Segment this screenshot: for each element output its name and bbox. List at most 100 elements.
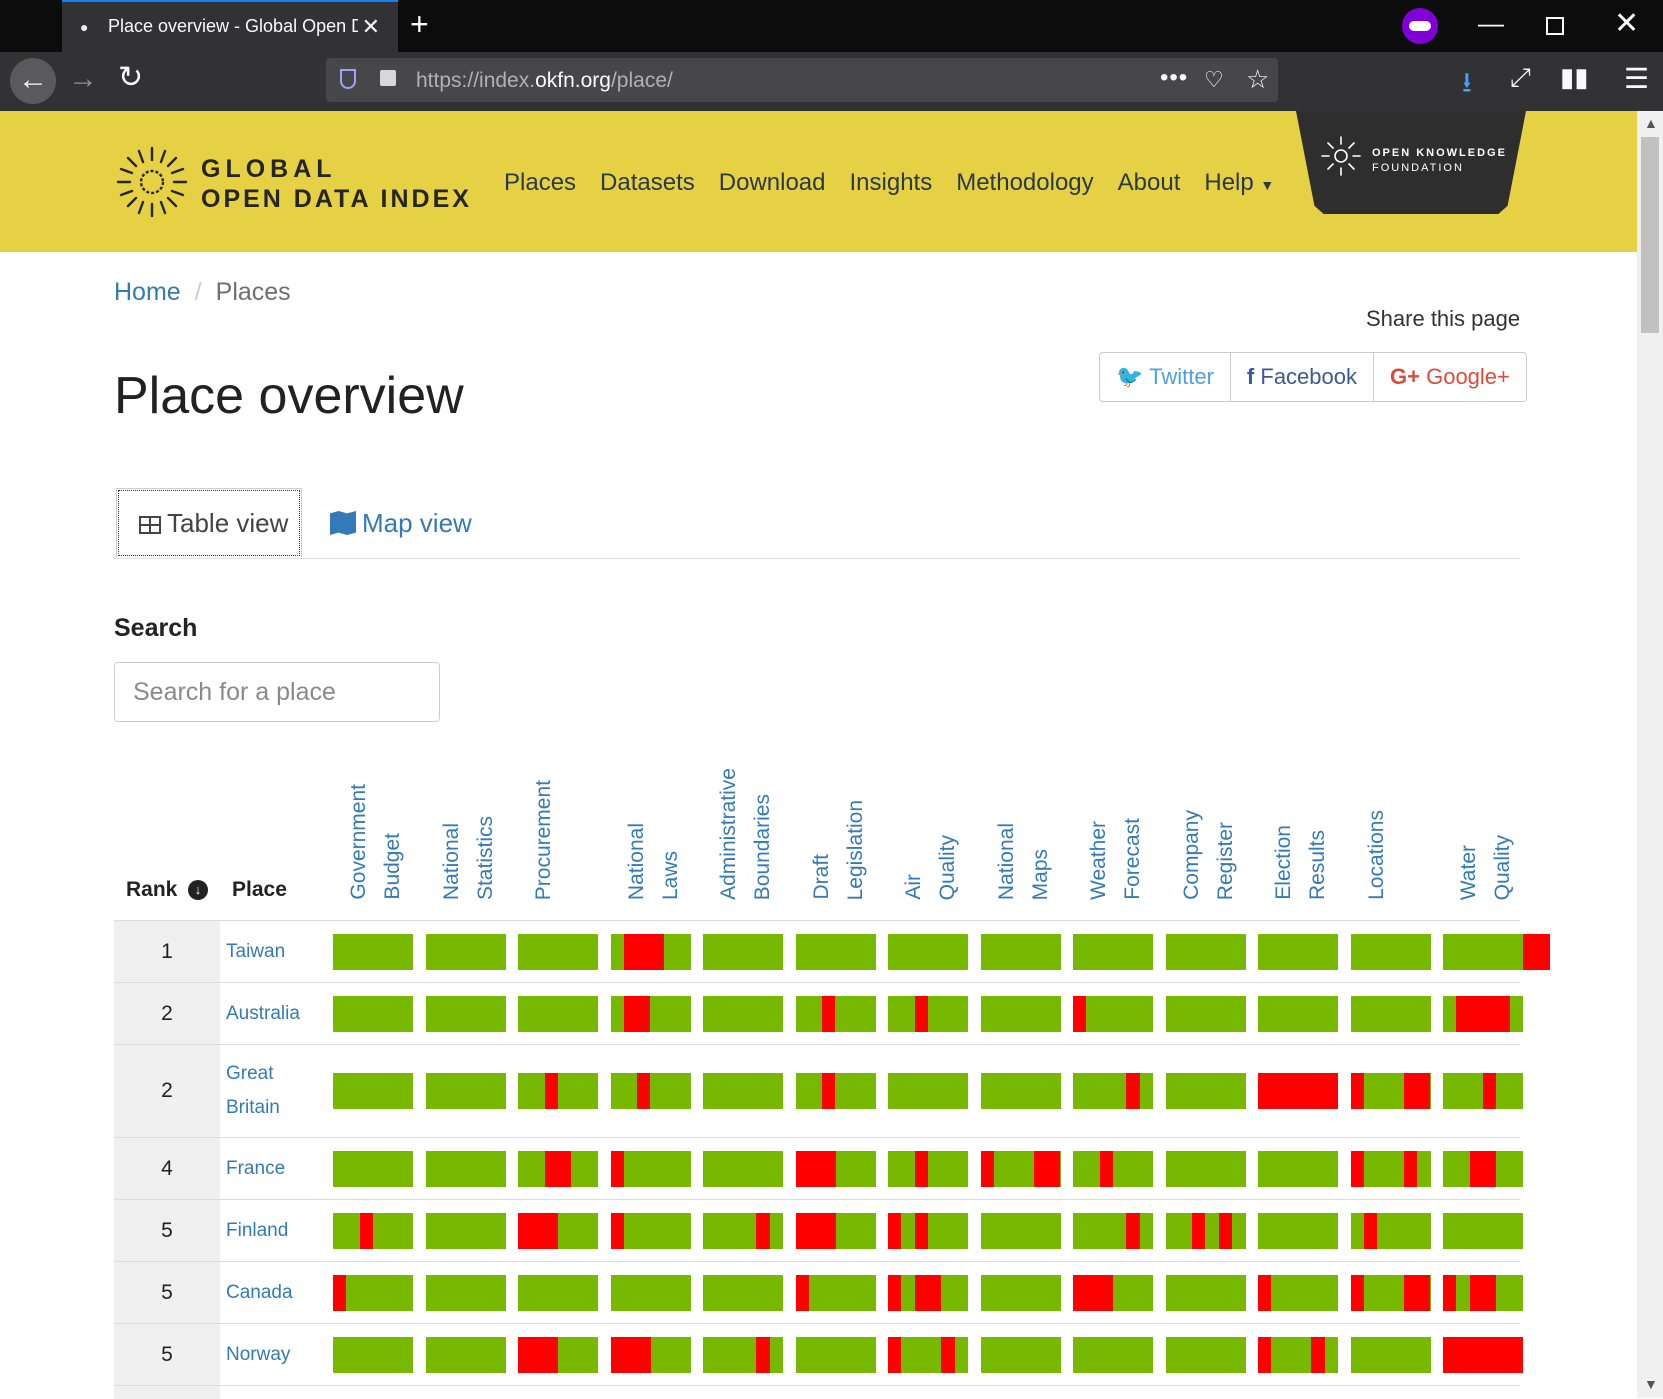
dataset-score-bar[interactable]	[1073, 1336, 1153, 1373]
dataset-score-bar[interactable]	[1258, 1274, 1338, 1311]
dataset-score-bar[interactable]	[888, 995, 968, 1032]
dataset-score-bar[interactable]	[980, 933, 1061, 970]
nav-help-dropdown[interactable]: Help ▼	[1204, 169, 1274, 197]
dataset-score-bar[interactable]	[703, 1073, 783, 1109]
global-open-data-index-logo-icon[interactable]	[114, 144, 190, 220]
logo-title[interactable]: GLOBAL	[201, 155, 337, 184]
dataset-score-bar[interactable]	[888, 1274, 968, 1311]
dataset-score-bar[interactable]	[1443, 1212, 1523, 1249]
dataset-score-bar[interactable]	[425, 995, 506, 1032]
nav-places[interactable]: Places	[504, 169, 576, 197]
dataset-score-bar[interactable]	[518, 995, 598, 1032]
dataset-score-bar[interactable]	[1073, 1212, 1153, 1249]
dataset-score-bar[interactable]	[333, 1274, 413, 1311]
dataset-score-bar[interactable]	[980, 1274, 1061, 1311]
dataset-score-bar[interactable]	[518, 1073, 598, 1109]
dataset-score-bar[interactable]	[1165, 1274, 1246, 1311]
dataset-score-bar[interactable]	[703, 995, 783, 1032]
dataset-score-bar[interactable]	[425, 1336, 506, 1373]
dataset-score-bar[interactable]	[1443, 933, 1550, 970]
dataset-score-bar[interactable]	[333, 1212, 413, 1249]
dataset-score-bar[interactable]	[1258, 995, 1338, 1032]
reload-button[interactable]: ↻	[118, 60, 143, 95]
place-link[interactable]: Australia	[226, 997, 300, 1031]
dataset-score-bar[interactable]	[888, 1073, 968, 1109]
place-link[interactable]: Taiwan	[226, 935, 285, 969]
hamburger-menu-icon[interactable]: ☰	[1624, 62, 1649, 95]
nav-methodology[interactable]: Methodology	[956, 169, 1093, 197]
dataset-score-bar[interactable]	[795, 1150, 876, 1187]
twitter-share-button[interactable]: 🐦 Twitter	[1100, 353, 1231, 401]
dataset-score-bar[interactable]	[703, 1336, 783, 1373]
dataset-score-bar[interactable]	[703, 1150, 783, 1187]
dataset-score-bar[interactable]	[425, 1212, 506, 1249]
dataset-score-bar[interactable]	[1258, 1073, 1338, 1109]
dataset-score-bar[interactable]	[888, 1212, 968, 1249]
back-button[interactable]: ←	[10, 58, 56, 104]
dataset-score-bar[interactable]	[610, 1212, 691, 1249]
dataset-score-bar[interactable]	[425, 1073, 506, 1109]
url-text[interactable]: https://index.okfn.org/place/	[416, 69, 673, 93]
place-link[interactable]: Finland	[226, 1214, 288, 1248]
dataset-score-bar[interactable]	[1073, 1150, 1153, 1187]
library-icon[interactable]: ▮▮	[1560, 62, 1589, 93]
dataset-score-bar[interactable]	[795, 1212, 876, 1249]
nav-datasets[interactable]: Datasets	[600, 169, 695, 197]
dataset-score-bar[interactable]	[333, 995, 413, 1032]
dataset-score-bar[interactable]	[1073, 1274, 1153, 1311]
dataset-score-bar[interactable]	[703, 1274, 783, 1311]
dataset-score-bar[interactable]	[333, 1336, 413, 1373]
tab-close-icon[interactable]: ✕	[362, 14, 380, 40]
pocket-icon[interactable]: ♡	[1204, 67, 1224, 93]
browser-tab[interactable]: ● Place overview - Global Open D ✕	[62, 0, 398, 52]
forward-button[interactable]: →	[68, 62, 98, 96]
dataset-score-bar[interactable]	[980, 1212, 1061, 1249]
dataset-score-bar[interactable]	[425, 1150, 506, 1187]
dataset-score-bar[interactable]	[1258, 1336, 1338, 1373]
dataset-score-bar[interactable]	[518, 1274, 598, 1311]
google-plus-share-button[interactable]: G+ Google+	[1374, 353, 1526, 401]
dataset-score-bar[interactable]	[425, 1274, 506, 1311]
dataset-score-bar[interactable]	[333, 1073, 413, 1109]
nav-insights[interactable]: Insights	[850, 169, 933, 197]
page-scrollbar[interactable]: ▲ ▼	[1637, 111, 1663, 1398]
dataset-score-bar[interactable]	[795, 933, 876, 970]
dataset-score-bar[interactable]	[1350, 1336, 1431, 1373]
new-tab-button[interactable]: +	[410, 6, 429, 43]
fullscreen-icon[interactable]: ⤢	[1510, 62, 1531, 94]
dataset-score-bar[interactable]	[888, 1150, 968, 1187]
logo-subtitle[interactable]: OPEN DATA INDEX	[201, 185, 472, 214]
dataset-score-bar[interactable]	[1258, 1212, 1338, 1249]
dataset-score-bar[interactable]	[610, 1150, 691, 1187]
dataset-score-bar[interactable]	[1443, 1073, 1523, 1109]
place-link[interactable]: France	[226, 1152, 285, 1186]
lock-icon[interactable]	[380, 70, 396, 86]
dataset-score-bar[interactable]	[1165, 1073, 1246, 1109]
dataset-score-bar[interactable]	[610, 1274, 691, 1311]
nav-about[interactable]: About	[1118, 169, 1181, 197]
dataset-score-bar[interactable]	[795, 995, 876, 1032]
dataset-score-bar[interactable]	[888, 1336, 968, 1373]
window-close-button[interactable]: ✕	[1614, 6, 1639, 41]
dataset-score-bar[interactable]	[333, 933, 413, 970]
tab-map-view[interactable]: Map view	[330, 508, 472, 539]
dataset-score-bar[interactable]	[1165, 1336, 1246, 1373]
page-actions-icon[interactable]: •••	[1160, 64, 1188, 92]
rank-column-header[interactable]: Rank	[126, 878, 177, 902]
dataset-score-bar[interactable]	[888, 933, 968, 970]
place-link[interactable]: Great Britain	[226, 1057, 280, 1125]
dataset-score-bar[interactable]	[1073, 995, 1153, 1032]
dataset-score-bar[interactable]	[333, 1150, 413, 1187]
dataset-score-bar[interactable]	[1443, 1150, 1523, 1187]
tracking-shield-icon[interactable]	[340, 69, 356, 89]
scroll-down-icon[interactable]: ▼	[1644, 1376, 1658, 1392]
search-input[interactable]	[114, 662, 440, 722]
dataset-score-bar[interactable]	[1350, 1073, 1431, 1109]
facebook-share-button[interactable]: f Facebook	[1231, 353, 1374, 401]
dataset-score-bar[interactable]	[1443, 995, 1523, 1032]
dataset-score-bar[interactable]	[518, 1150, 598, 1187]
dataset-score-bar[interactable]	[795, 1274, 876, 1311]
place-link[interactable]: Canada	[226, 1276, 293, 1310]
dataset-score-bar[interactable]	[980, 1073, 1061, 1109]
nav-download[interactable]: Download	[719, 169, 826, 197]
